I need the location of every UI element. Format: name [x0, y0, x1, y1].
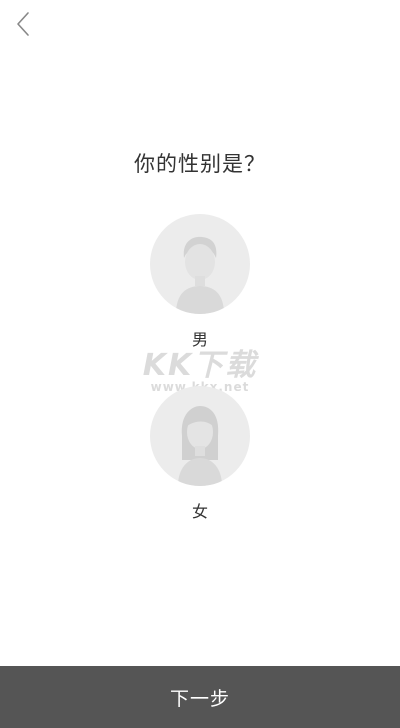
gender-option-female[interactable]: 女 — [150, 386, 250, 522]
next-button[interactable]: 下一步 — [0, 666, 400, 728]
gender-label-male: 男 — [191, 330, 208, 349]
back-button[interactable] — [10, 8, 38, 40]
female-avatar-icon — [178, 406, 222, 486]
female-avatar[interactable] — [150, 386, 250, 486]
gender-option-male[interactable]: 男 — [150, 214, 250, 350]
gender-label-female: 女 — [191, 502, 208, 521]
gender-question: 你的性别是？ — [134, 152, 266, 176]
chevron-left-icon — [17, 12, 29, 36]
male-avatar-icon — [176, 236, 224, 314]
male-avatar[interactable] — [150, 214, 250, 314]
